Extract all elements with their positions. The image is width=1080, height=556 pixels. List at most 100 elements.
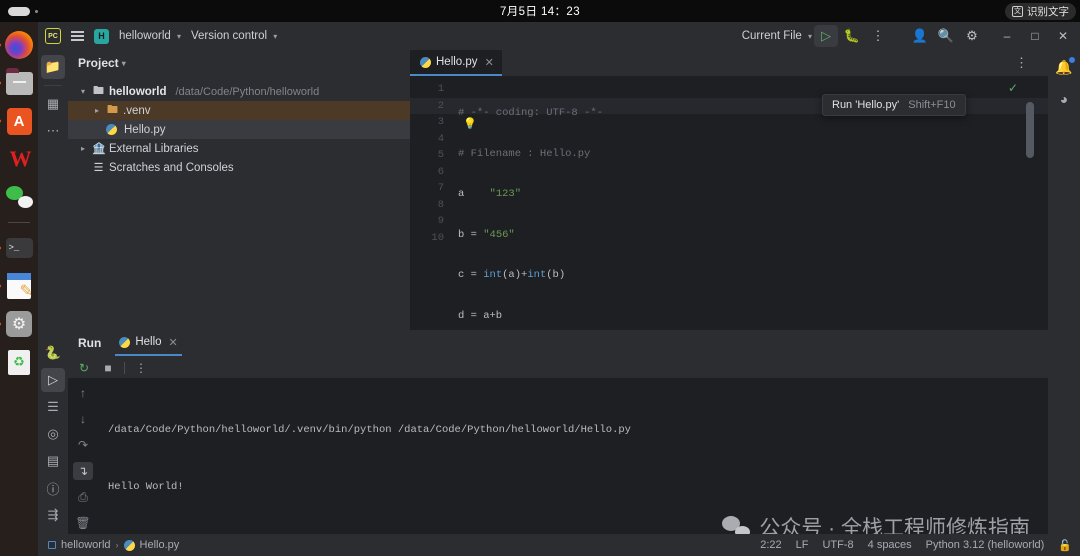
dock-item-settings[interactable]: ⚙ — [0, 309, 34, 339]
run-panel-title: Run — [78, 336, 102, 350]
breadcrumb-project[interactable]: helloworld — [61, 539, 111, 551]
run-configuration-selector[interactable]: Current File ▾ — [742, 30, 812, 42]
close-tab-icon[interactable]: ✕ — [169, 336, 178, 349]
activities-pill-icon — [8, 6, 30, 16]
code-token: int — [527, 269, 547, 281]
maximize-button[interactable]: □ — [1022, 24, 1048, 48]
inspections-ok-check-icon[interactable]: ✓ — [1008, 81, 1018, 95]
settings-gear-icon[interactable]: ⚙ — [960, 25, 984, 47]
python-interpreter[interactable]: Python 3.12 (helloworld) — [926, 539, 1045, 551]
chevron-down-icon: ▾ — [176, 32, 181, 41]
dock-item-wechat[interactable] — [4, 182, 34, 212]
soft-wrap-icon[interactable]: ↷ — [73, 436, 93, 454]
scroll-down-icon[interactable]: ↓ — [73, 410, 93, 428]
code-token: # -*- coding: UTF-8 -*- — [458, 107, 603, 119]
search-icon[interactable]: 🔍 — [934, 25, 958, 47]
breadcrumb-separator: › — [115, 540, 119, 550]
ai-assistant-icon[interactable]: ◕ — [1053, 88, 1075, 110]
chevron-right-icon[interactable]: ▸ — [78, 144, 88, 153]
python-file-icon — [123, 539, 135, 551]
minimize-button[interactable]: – — [994, 24, 1020, 48]
run-config-label: Current File — [741, 30, 802, 42]
stop-button[interactable]: ■ — [100, 361, 116, 375]
project-marker-icon — [48, 541, 56, 549]
tree-node-scratches[interactable]: ☰ Scratches and Consoles — [68, 158, 410, 177]
wps-office-icon: W — [9, 146, 32, 171]
read-only-lock-icon[interactable]: 🔓 — [1058, 539, 1072, 552]
code-token: b = — [458, 228, 484, 241]
main-menu-icon[interactable] — [71, 31, 84, 41]
sidebar-item-problems[interactable]: ⓘ — [41, 476, 65, 500]
wechat-icon — [5, 186, 33, 208]
ocr-label: 识别文字 — [1027, 6, 1069, 18]
editor-options-icon[interactable]: ⋮ — [1015, 55, 1028, 71]
scroll-to-end-icon[interactable]: ↴ — [73, 462, 93, 480]
tree-node-hello-py[interactable]: Hello.py — [68, 120, 410, 139]
python-file-icon — [106, 124, 117, 135]
file-encoding[interactable]: UTF-8 — [822, 539, 853, 551]
ubuntu-dock: A W >_ ⚙ ♻ — [0, 22, 38, 556]
ocr-floating-button[interactable]: 文 识别文字 — [1005, 3, 1076, 20]
code-token: (a)+ — [502, 269, 528, 281]
debug-button[interactable]: 🐛 — [840, 25, 864, 47]
sidebar-item-structure[interactable]: ▦ — [41, 92, 65, 116]
indent-setting[interactable]: 4 spaces — [868, 539, 912, 551]
sidebar-item-terminal[interactable]: ▤ — [41, 449, 65, 473]
scroll-up-icon[interactable]: ↑ — [73, 384, 93, 402]
caret-position[interactable]: 2:22 — [760, 539, 781, 551]
chevron-right-icon[interactable]: ▸ — [92, 106, 102, 115]
close-button[interactable]: ✕ — [1050, 24, 1076, 48]
dock-item-terminal[interactable]: >_ — [0, 233, 34, 263]
tree-node-helloworld[interactable]: ▾ 🖿 helloworld /data/Code/Python/hellowo… — [68, 82, 410, 101]
line-number: 4 — [437, 132, 444, 145]
code-text[interactable]: # -*- coding: UTF-8 -*- # Filename : Hel… — [458, 81, 849, 330]
sidebar-item-python-console[interactable]: ◎ — [41, 422, 65, 446]
project-panel-header[interactable]: Project ▾ — [68, 50, 410, 76]
dock-item-trash[interactable]: ♻ — [4, 347, 34, 377]
clear-all-icon[interactable]: 🗑 — [73, 514, 93, 532]
project-name-dropdown[interactable]: helloworld ▾ — [119, 30, 181, 42]
line-number: 9 — [437, 215, 444, 227]
intention-bulb-icon[interactable]: 💡 — [463, 117, 477, 130]
running-indicator-dot — [0, 322, 1, 326]
sidebar-item-project[interactable]: 📁 — [41, 55, 65, 79]
trash-icon: ♻ — [8, 349, 30, 375]
system-clock[interactable]: 7月5日 14：23 — [500, 3, 580, 19]
text-editor-icon — [7, 273, 33, 301]
tree-node-venv[interactable]: ▸ 🖿 .venv — [68, 101, 410, 120]
sidebar-item-version-control[interactable]: ⇶ — [41, 503, 65, 527]
more-options-button[interactable]: ⋮ — [866, 25, 890, 47]
add-account-icon[interactable]: 👤 — [908, 25, 932, 47]
notifications-icon[interactable]: 🔔 — [1053, 56, 1075, 78]
close-tab-icon[interactable]: ✕ — [485, 56, 494, 69]
library-icon: 🏦 — [92, 143, 106, 155]
chevron-down-icon[interactable]: ▾ — [78, 87, 88, 96]
run-more-options-button[interactable]: ⋮ — [133, 361, 149, 375]
breadcrumb-file[interactable]: Hello.py — [140, 539, 180, 551]
dock-item-text-editor[interactable] — [0, 271, 34, 301]
project-path-label: /data/Code/Python/helloworld — [175, 85, 320, 98]
line-separator[interactable]: LF — [796, 539, 809, 551]
rerun-button[interactable]: ↻ — [76, 361, 92, 375]
sidebar-item-run[interactable]: ▷ — [41, 368, 65, 392]
run-tab-hello[interactable]: Hello ✕ — [115, 330, 182, 356]
dock-item-firefox[interactable] — [0, 30, 34, 60]
version-control-dropdown[interactable]: Version control ▾ — [191, 30, 277, 42]
sidebar-item-services[interactable]: ☰ — [41, 395, 65, 419]
dock-item-app-center[interactable]: A — [0, 106, 34, 136]
dock-item-files[interactable] — [0, 67, 34, 98]
sidebar-item-more-tool-windows[interactable]: ⋯ — [41, 119, 65, 143]
chevron-down-icon: ▾ — [121, 58, 126, 68]
top-bar-activities[interactable] — [8, 0, 38, 22]
activities-dot-icon — [35, 9, 38, 13]
editor-scrollbar[interactable] — [1026, 102, 1034, 158]
code-token: a — [458, 188, 490, 200]
chevron-down-icon: ▾ — [273, 32, 278, 41]
print-icon[interactable]: ⎙ — [73, 488, 93, 506]
dock-item-wps-office[interactable]: W — [4, 144, 34, 174]
code-token: "456" — [483, 228, 515, 241]
run-button[interactable]: ▷ — [814, 25, 838, 47]
tab-hello-py[interactable]: Hello.py ✕ — [410, 50, 502, 76]
tree-node-external-libraries[interactable]: ▸ 🏦 External Libraries — [68, 139, 410, 158]
sidebar-item-python-packages[interactable]: 🐍 — [41, 341, 65, 365]
